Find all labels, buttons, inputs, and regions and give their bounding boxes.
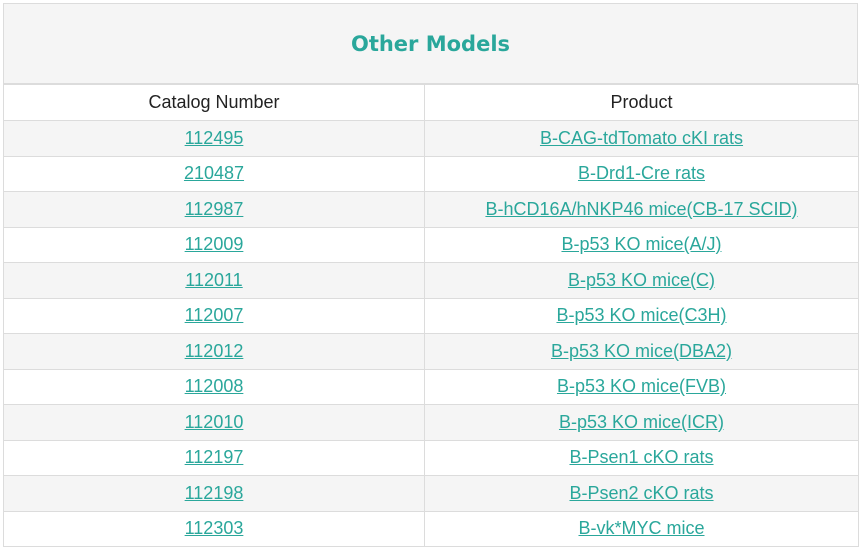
product-cell: B-p53 KO mice(FVB) [424, 368, 859, 405]
product-link[interactable]: B-Drd1-Cre rats [578, 163, 705, 183]
other-models-panel: Other Models Catalog Number Product 1124… [3, 3, 859, 547]
table-row: 112987 B-hCD16A/hNKP46 mice(CB-17 SCID) [3, 191, 859, 228]
catalog-number-link[interactable]: 112303 [185, 518, 244, 538]
product-link[interactable]: B-hCD16A/hNKP46 mice(CB-17 SCID) [485, 199, 797, 219]
table-row: 112012 B-p53 KO mice(DBA2) [3, 333, 859, 370]
catalog-cell: 210487 [3, 155, 425, 192]
models-table: Catalog Number Product 112495 B-CAG-tdTo… [3, 84, 859, 547]
product-cell: B-p53 KO mice(A/J) [424, 226, 859, 263]
table-row: 112197 B-Psen1 cKO rats [3, 439, 859, 476]
product-cell: B-hCD16A/hNKP46 mice(CB-17 SCID) [424, 191, 859, 228]
product-cell: B-Drd1-Cre rats [424, 155, 859, 192]
product-cell: B-CAG-tdTomato cKI rats [424, 120, 859, 157]
catalog-cell: 112303 [3, 510, 425, 547]
catalog-number-link[interactable]: 112197 [185, 447, 244, 467]
product-cell: B-Psen1 cKO rats [424, 439, 859, 476]
product-link[interactable]: B-p53 KO mice(A/J) [561, 234, 721, 254]
catalog-number-link[interactable]: 112198 [185, 483, 244, 503]
product-link[interactable]: B-Psen2 cKO rats [569, 483, 713, 503]
catalog-number-link[interactable]: 112012 [185, 341, 244, 361]
table-row: 112007 B-p53 KO mice(C3H) [3, 297, 859, 334]
catalog-cell: 112008 [3, 368, 425, 405]
catalog-number-link[interactable]: 112495 [185, 128, 244, 148]
catalog-number-link[interactable]: 112007 [185, 305, 244, 325]
table-row: 112009 B-p53 KO mice(A/J) [3, 226, 859, 263]
product-cell: B-p53 KO mice(DBA2) [424, 333, 859, 370]
catalog-cell: 112012 [3, 333, 425, 370]
product-link[interactable]: B-Psen1 cKO rats [569, 447, 713, 467]
product-cell: B-p53 KO mice(ICR) [424, 404, 859, 441]
product-cell: B-vk*MYC mice [424, 510, 859, 547]
product-link[interactable]: B-vk*MYC mice [578, 518, 704, 538]
table-row: 112011 B-p53 KO mice(C) [3, 262, 859, 299]
catalog-cell: 112011 [3, 262, 425, 299]
product-link[interactable]: B-p53 KO mice(C) [568, 270, 715, 290]
catalog-number-link[interactable]: 112009 [185, 234, 244, 254]
product-link[interactable]: B-p53 KO mice(ICR) [559, 412, 724, 432]
table-header-row: Catalog Number Product [3, 84, 859, 121]
catalog-number-link[interactable]: 112011 [185, 270, 242, 290]
catalog-cell: 112495 [3, 120, 425, 157]
column-header-product: Product [424, 84, 859, 121]
catalog-cell: 112197 [3, 439, 425, 476]
product-link[interactable]: B-p53 KO mice(C3H) [556, 305, 726, 325]
table-row: 112495 B-CAG-tdTomato cKI rats [3, 120, 859, 157]
catalog-cell: 112198 [3, 475, 425, 512]
table-row: 112010 B-p53 KO mice(ICR) [3, 404, 859, 441]
product-link[interactable]: B-p53 KO mice(DBA2) [551, 341, 732, 361]
catalog-cell: 112007 [3, 297, 425, 334]
product-link[interactable]: B-CAG-tdTomato cKI rats [540, 128, 743, 148]
table-row: 210487 B-Drd1-Cre rats [3, 155, 859, 192]
panel-title: Other Models [3, 3, 858, 84]
column-header-catalog-number: Catalog Number [3, 84, 425, 121]
product-cell: B-p53 KO mice(C) [424, 262, 859, 299]
product-cell: B-p53 KO mice(C3H) [424, 297, 859, 334]
catalog-number-link[interactable]: 112008 [185, 376, 244, 396]
table-row: 112198 B-Psen2 cKO rats [3, 475, 859, 512]
catalog-number-link[interactable]: 210487 [184, 163, 244, 183]
table-row: 112303 B-vk*MYC mice [3, 510, 859, 547]
catalog-cell: 112009 [3, 226, 425, 263]
catalog-cell: 112010 [3, 404, 425, 441]
table-row: 112008 B-p53 KO mice(FVB) [3, 368, 859, 405]
product-cell: B-Psen2 cKO rats [424, 475, 859, 512]
catalog-cell: 112987 [3, 191, 425, 228]
catalog-number-link[interactable]: 112987 [185, 199, 244, 219]
catalog-number-link[interactable]: 112010 [185, 412, 244, 432]
product-link[interactable]: B-p53 KO mice(FVB) [557, 376, 726, 396]
